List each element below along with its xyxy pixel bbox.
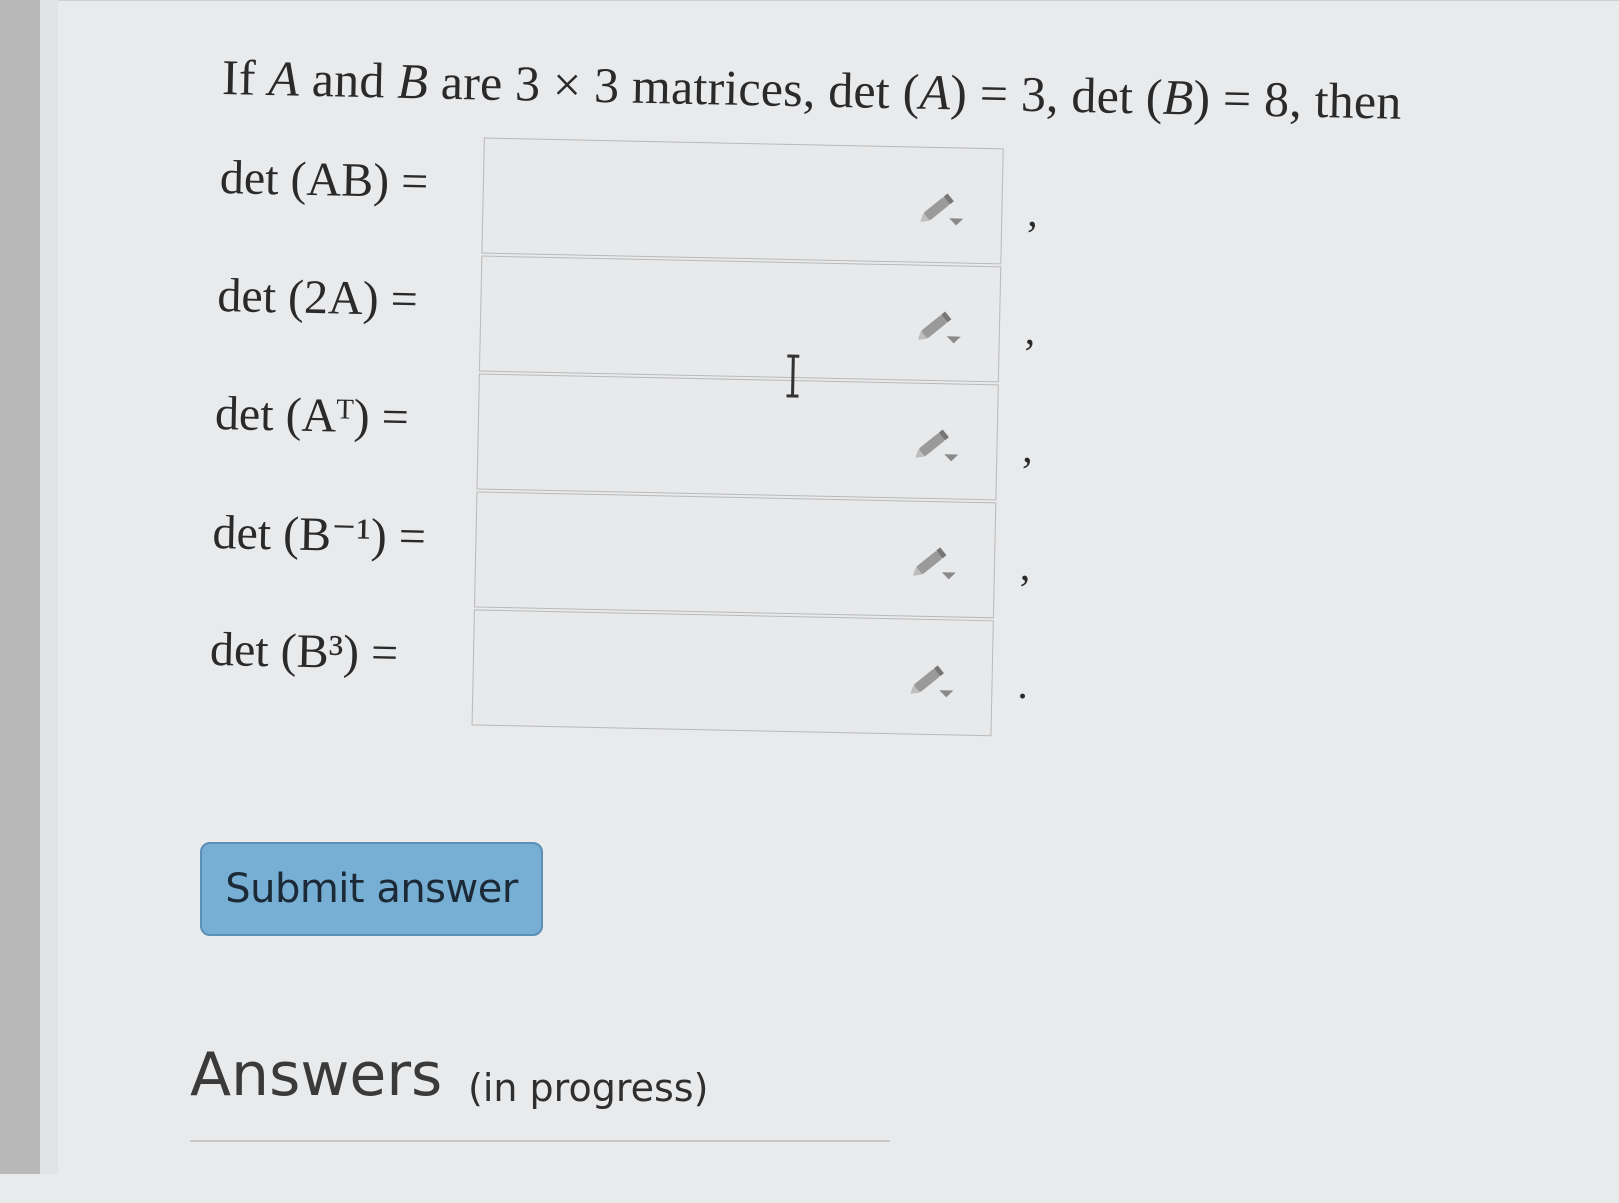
pencil-dropdown-icon[interactable] [914, 424, 963, 465]
pencil-dropdown-icon[interactable] [912, 542, 961, 583]
answer-input-det-2a[interactable] [479, 256, 1001, 383]
question-var-b2: B [1162, 69, 1194, 126]
row-punctuation: , [1022, 425, 1034, 473]
pencil-dropdown-icon[interactable] [909, 660, 958, 701]
row-label: det (B³) = [209, 622, 398, 681]
row-punctuation: . [1017, 661, 1029, 709]
question-text: If A and B are 3 × 3 matrices, det (A) =… [221, 48, 1402, 131]
row-punctuation: , [1019, 543, 1031, 591]
question-var-a: A [268, 50, 300, 107]
row-label: det (Aᵀ) = [214, 386, 409, 445]
question-prefix: If [221, 49, 269, 106]
question-and: and [299, 51, 398, 109]
question-var-a2: A [919, 64, 951, 121]
question-eq2: ) = 8, then [1193, 69, 1402, 129]
row-label: det (AB) = [219, 150, 428, 209]
row-label: det (B⁻¹) = [212, 504, 427, 564]
problem-content: If A and B are 3 × 3 matrices, det (A) =… [0, 0, 1619, 1203]
question-mid: are 3 × 3 matrices, det ( [428, 53, 921, 119]
answer-input-det-ab[interactable] [481, 138, 1003, 265]
row-punctuation: , [1027, 189, 1039, 237]
answers-divider [190, 1140, 890, 1142]
answers-status: (in progress) [468, 1066, 708, 1110]
question-var-b: B [397, 53, 429, 110]
submit-answer-button[interactable]: Submit answer [200, 842, 543, 936]
answer-input-det-b-cubed[interactable] [472, 609, 994, 736]
row-punctuation: , [1024, 307, 1036, 355]
text-cursor-icon [778, 352, 807, 401]
question-eq1: ) = 3, det ( [950, 64, 1164, 124]
pencil-dropdown-icon[interactable] [919, 188, 968, 229]
pencil-dropdown-icon[interactable] [917, 306, 966, 347]
answer-input-det-b-inverse[interactable] [474, 491, 996, 618]
answer-row-b-cubed: det (B³) = . [0, 599, 1189, 742]
answers-heading: Answers [190, 1040, 442, 1110]
answer-input-det-at[interactable] [476, 373, 998, 500]
row-label: det (2A) = [217, 268, 418, 327]
